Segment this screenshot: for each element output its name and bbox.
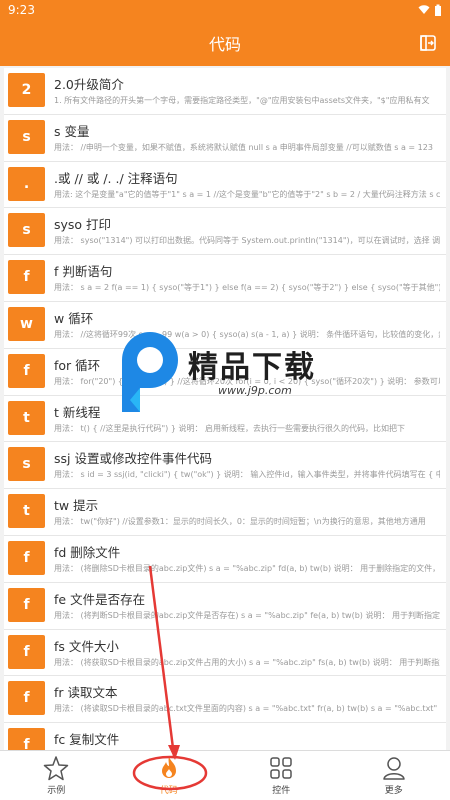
item-badge: f	[8, 634, 45, 669]
tab-label: 示例	[47, 786, 66, 796]
tab-label: 更多	[384, 786, 403, 796]
item-badge: s	[8, 213, 45, 248]
item-description: 用法： tw("你好") //设置参数1：显示的时间长久，0：显示的时间短暂；\…	[54, 517, 426, 527]
item-description: 用法： t() { //这里是执行代码") } 说明： 启用新线程，去执行一些需…	[54, 423, 406, 433]
list-item[interactable]: s s 变量用法： //申明一个变量，如果不赋值，系统将默认赋值 null s a…	[4, 114, 446, 162]
tab-label: 代码	[159, 786, 178, 796]
item-description: 用法： syso("1314") 可以打印出数据。代码同等于 System.ou…	[54, 236, 440, 246]
item-title: t 新线程	[54, 404, 101, 420]
item-badge: t	[8, 400, 45, 435]
list-item[interactable]: 2 2.0升级简介 1. 所有文件路径的开头第一个字母，需要指定路径类型，"@"应用…	[4, 68, 446, 115]
item-description: 用法： s a = 2 f(a == 1) { syso("等于1") } el…	[54, 283, 440, 293]
item-badge: f	[8, 540, 45, 575]
item-badge: w	[8, 306, 45, 341]
code-list[interactable]: 2 2.0升级简介 1. 所有文件路径的开头第一个字母，需要指定路径类型，"@"应用…	[0, 66, 450, 750]
bottom-tab-bar: 示例 代码 控件 更多	[0, 750, 450, 800]
item-badge: s	[8, 119, 45, 154]
list-item[interactable]: f f 判断语句用法： s a = 2 f(a == 1) { syso("等于1…	[4, 255, 446, 302]
list-item[interactable]: . .或 // 或 /. ./ 注释语句用法: 这个是变量"a"它的值等于"1" …	[4, 161, 446, 209]
item-title: fd 删除文件	[54, 544, 121, 560]
item-badge: s	[8, 447, 45, 482]
item-description: 用法： (将获取SD卡根目录的abc.zip文件占用的大小) s a = "%a…	[54, 657, 440, 667]
item-title: .或 // 或 /. ./ 注释语句	[54, 170, 178, 186]
item-description: 用法： //申明一个变量，如果不赋值，系统将默认赋值 null s a 申明事件…	[54, 142, 433, 152]
item-badge: .	[8, 166, 45, 201]
item-badge: f	[8, 587, 45, 622]
tab-examples[interactable]: 示例	[0, 751, 113, 800]
list-item[interactable]: f fr 读取文本用法： (将读取SD卡根目录的abc.txt文件里面的内容) s…	[4, 676, 446, 724]
list-item[interactable]: t tw 提示用法： tw("你好") //设置参数1：显示的时间长久，0：显示的…	[4, 489, 446, 536]
item-badge: f	[8, 681, 45, 716]
person-icon	[383, 757, 405, 780]
item-badge: 2	[8, 73, 45, 107]
item-badge: f	[8, 728, 45, 750]
item-title: ssj 设置或修改控件事件代码	[54, 451, 212, 467]
status-time: 9:23	[8, 3, 35, 17]
list-item[interactable]: f for 循环用法： for("20") { syso("20") } //这将…	[4, 348, 446, 396]
item-title: fr 读取文本	[54, 685, 118, 701]
item-title: fc 复制文件	[54, 732, 120, 748]
item-title: syso 打印	[54, 217, 112, 233]
item-badge: f	[8, 353, 45, 388]
item-description: 用法： for("20") { syso("20") } //这将循环20次 f…	[54, 376, 440, 386]
list-item[interactable]: f fs 文件大小用法： (将获取SD卡根目录的abc.zip文件占用的大小) s…	[4, 629, 446, 677]
battery-icon	[435, 4, 441, 16]
item-description: 用法： (将删除SD卡根目录的abc.zip文件) s a = "%abc.zi…	[54, 563, 440, 573]
status-bar: 9:23	[0, 0, 450, 20]
item-description: 1. 所有文件路径的开头第一个字母，需要指定路径类型，"@"应用安装包中asse…	[54, 96, 430, 105]
grid-icon	[270, 757, 292, 779]
item-badge: f	[8, 260, 45, 295]
tab-controls[interactable]: 控件	[225, 751, 338, 800]
wifi-icon	[418, 5, 430, 14]
item-description: 用法： s id = 3 ssj(id, "clicki") { tw("ok"…	[54, 470, 440, 480]
item-title: tw 提示	[54, 498, 99, 514]
item-badge: t	[8, 494, 45, 529]
item-description: 用法： //这将循环99次 s a = 99 w(a > 0) { syso(a…	[54, 329, 440, 339]
list-item[interactable]: s ssj 设置或修改控件事件代码用法： s id = 3 ssj(id, "cl…	[4, 442, 446, 490]
list-item[interactable]: f fe 文件是否存在用法： (将判断SD卡根目录的abc.zip文件是否存在) …	[4, 582, 446, 630]
export-icon[interactable]	[418, 33, 438, 53]
list-item[interactable]: ffc 复制文件用法： (将SD卡根目录的abc.zip文件复制到目录中去) s…	[4, 723, 446, 750]
item-title: f 判断语句	[54, 264, 113, 280]
item-title: fs 文件大小	[54, 638, 119, 654]
item-description: 用法: 这个是变量"a"它的值等于"1" s a = 1 //这个是变量"b"它…	[54, 189, 440, 199]
list-item[interactable]: f fd 删除文件用法： (将删除SD卡根目录的abc.zip文件) s a = …	[4, 535, 446, 583]
status-icons	[418, 4, 442, 16]
list-item[interactable]: t t 新线程用法： t() { //这里是执行代码") } 说明： 启用新线程，…	[4, 395, 446, 443]
flame-icon	[161, 757, 176, 778]
star-icon	[44, 756, 69, 781]
item-description: 用法： (将判断SD卡根目录的abc.zip文件是否存在) s a = "%ab…	[54, 610, 440, 620]
item-title: for 循环	[54, 357, 101, 373]
tab-label: 控件	[272, 786, 291, 796]
item-title: 2.0升级简介	[54, 77, 124, 92]
item-title: fe 文件是否存在	[54, 591, 146, 607]
item-title: w 循环	[54, 310, 94, 326]
tab-code[interactable]: 代码	[113, 751, 226, 800]
list-item[interactable]: w w 循环用法： //这将循环99次 s a = 99 w(a > 0) { s…	[4, 301, 446, 349]
item-title: s 变量	[54, 123, 90, 139]
page-title: 代码	[208, 35, 241, 54]
tab-more[interactable]: 更多	[338, 751, 450, 800]
list-item[interactable]: s syso 打印用法： syso("1314") 可以打印出数据。代码同等于 S…	[4, 208, 446, 256]
item-description: 用法： (将读取SD卡根目录的abc.txt文件里面的内容) s a = "%a…	[54, 704, 440, 714]
app-bar: 代码	[0, 20, 450, 66]
